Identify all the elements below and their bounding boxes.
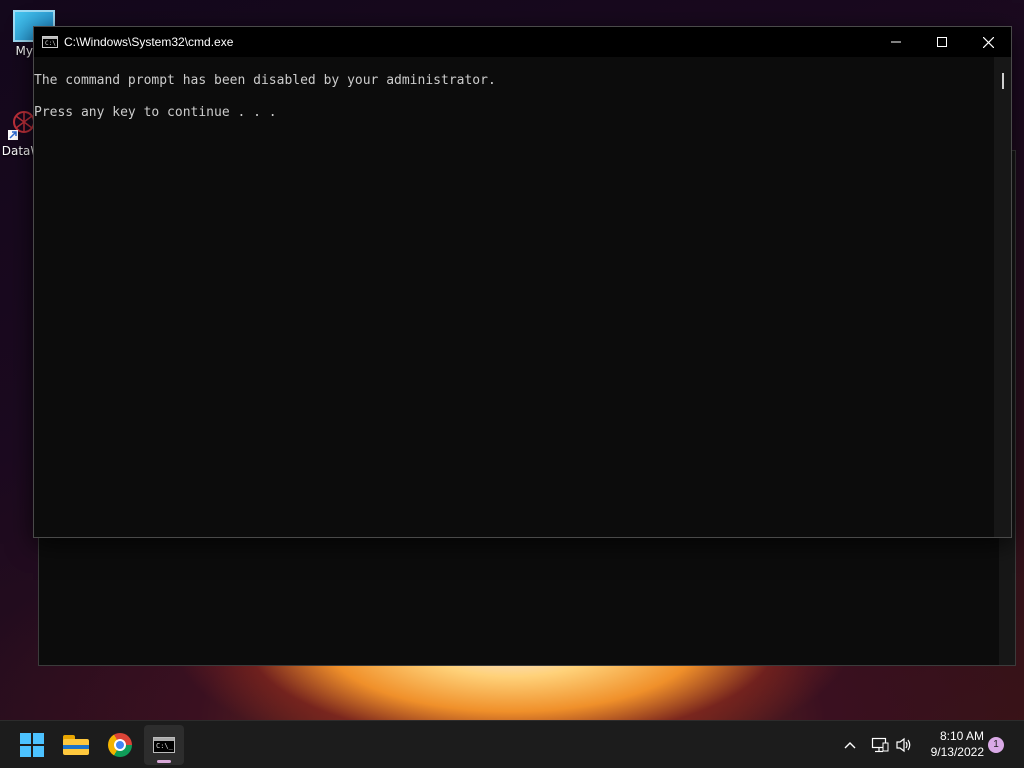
close-button[interactable] <box>965 27 1011 57</box>
active-indicator <box>157 760 171 763</box>
window-title: C:\Windows\System32\cmd.exe <box>64 35 234 49</box>
taskbar-command-prompt[interactable]: C:\_ <box>144 725 184 765</box>
vertical-scrollbar[interactable] <box>994 57 1011 537</box>
taskbar-file-explorer[interactable] <box>56 725 96 765</box>
windows-logo-icon <box>20 733 44 757</box>
console-line: The command prompt has been disabled by … <box>34 73 496 88</box>
taskbar: C:\_ 8:10 AM 9/13/2022 1 <box>0 720 1024 768</box>
notification-badge[interactable]: 1 <box>988 737 1004 753</box>
folder-icon <box>63 735 89 755</box>
console-output[interactable]: The command prompt has been disabled by … <box>34 57 994 537</box>
volume-button[interactable] <box>894 735 914 755</box>
network-button[interactable] <box>870 735 890 755</box>
speaker-icon <box>896 737 911 753</box>
cmd-icon: C:\_ <box>153 737 175 753</box>
chrome-icon <box>108 733 132 757</box>
start-button[interactable] <box>12 725 52 765</box>
clock-time: 8:10 AM <box>939 729 984 743</box>
console-line: Press any key to continue . . . <box>34 105 277 120</box>
scrollbar-thumb[interactable] <box>1002 73 1004 89</box>
maximize-button[interactable] <box>919 27 965 57</box>
clock[interactable]: 8:10 AM 9/13/2022 <box>920 728 984 760</box>
network-icon <box>871 737 889 753</box>
taskbar-chrome[interactable] <box>100 725 140 765</box>
show-hidden-icons-button[interactable] <box>840 735 860 755</box>
chevron-up-icon <box>844 742 856 749</box>
cmd-window[interactable]: C:\ C:\Windows\System32\cmd.exe The comm… <box>33 26 1012 538</box>
minimize-button[interactable] <box>873 27 919 57</box>
title-bar[interactable]: C:\ C:\Windows\System32\cmd.exe <box>34 27 1011 57</box>
cmd-icon: C:\ <box>42 36 58 48</box>
minimize-icon <box>891 41 901 43</box>
close-icon <box>982 36 994 48</box>
clock-date: 9/13/2022 <box>930 745 984 759</box>
maximize-icon <box>937 37 947 47</box>
